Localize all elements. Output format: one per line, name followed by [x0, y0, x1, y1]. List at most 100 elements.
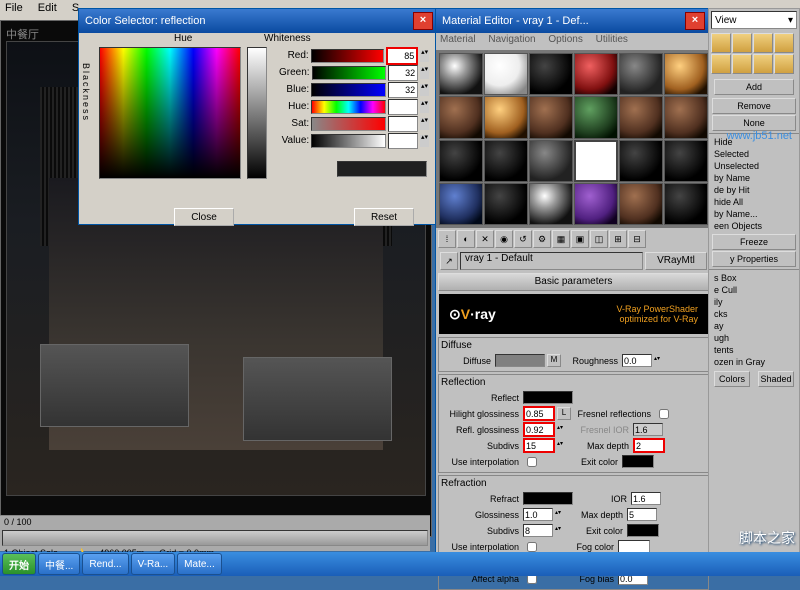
- me-menu-options[interactable]: Options: [548, 34, 582, 45]
- max-depth-input[interactable]: [633, 438, 665, 453]
- material-slot[interactable]: [439, 140, 483, 182]
- material-slot[interactable]: [439, 53, 483, 95]
- tool-icon[interactable]: ◫: [590, 230, 608, 248]
- diffuse-swatch[interactable]: [495, 354, 545, 367]
- panel-icon[interactable]: [711, 33, 731, 53]
- cs-reset-button[interactable]: Reset: [354, 208, 414, 226]
- tool-icon[interactable]: ✕: [476, 230, 494, 248]
- material-slot[interactable]: [484, 53, 528, 95]
- hilight-gloss-input[interactable]: [523, 406, 555, 421]
- material-slot[interactable]: [664, 96, 708, 138]
- tool-icon[interactable]: ◐: [457, 230, 475, 248]
- cs-hue-slider[interactable]: [311, 100, 386, 114]
- rp-prop-item[interactable]: e Cull: [712, 284, 796, 296]
- refl-gloss-input[interactable]: [523, 422, 555, 437]
- tool-icon[interactable]: ▣: [571, 230, 589, 248]
- view-dropdown[interactable]: View▾: [711, 11, 797, 29]
- colors-button[interactable]: Colors: [714, 371, 750, 387]
- spinner-icon[interactable]: ▴▾: [420, 50, 429, 62]
- eyedropper-icon[interactable]: ↗: [440, 252, 458, 270]
- rp-prop-item[interactable]: tents: [712, 344, 796, 356]
- material-slot[interactable]: [664, 183, 708, 225]
- reflect-swatch[interactable]: [523, 391, 573, 404]
- panel-icon[interactable]: [732, 54, 752, 74]
- material-name-input[interactable]: vray 1 - Default: [460, 252, 643, 270]
- material-type-button[interactable]: VRayMtl: [645, 252, 707, 270]
- cs-green-input[interactable]: [388, 65, 418, 81]
- none-button[interactable]: None: [712, 115, 796, 131]
- me-titlebar[interactable]: Material Editor - vray 1 - Def... ×: [436, 9, 711, 33]
- cs-close-button[interactable]: Close: [174, 208, 234, 226]
- material-slot[interactable]: [619, 140, 663, 182]
- cs-sat-slider[interactable]: [311, 117, 386, 131]
- fresnel-checkbox[interactable]: [659, 409, 669, 419]
- menu-file[interactable]: File: [5, 2, 23, 14]
- close-icon[interactable]: ×: [685, 12, 705, 30]
- exit-color-swatch[interactable]: [622, 455, 654, 468]
- spinner-icon[interactable]: ▴▾: [557, 424, 565, 435]
- material-slot[interactable]: [529, 96, 573, 138]
- add-button[interactable]: Add: [714, 79, 794, 95]
- me-menu-navigation[interactable]: Navigation: [488, 34, 535, 45]
- material-slot[interactable]: [619, 183, 663, 225]
- cs-titlebar[interactable]: Color Selector: reflection ×: [79, 9, 439, 33]
- refr-exit-color-swatch[interactable]: [627, 524, 659, 537]
- panel-icon[interactable]: [732, 33, 752, 53]
- cs-whiteness-strip[interactable]: [247, 47, 267, 179]
- roughness-input[interactable]: [622, 354, 652, 367]
- use-interp-checkbox[interactable]: [527, 457, 537, 467]
- rp-prop-item[interactable]: ugh: [712, 332, 796, 344]
- shaded-button[interactable]: Shaded: [758, 371, 794, 387]
- material-slot[interactable]: [574, 53, 618, 95]
- tool-icon[interactable]: ↺: [514, 230, 532, 248]
- rp-prop-item[interactable]: ozen in Gray: [712, 356, 796, 368]
- rp-prop-item[interactable]: cks: [712, 308, 796, 320]
- spinner-icon[interactable]: ▴▾: [555, 525, 563, 536]
- panel-icon[interactable]: [753, 54, 773, 74]
- refr-subdivs-input[interactable]: [523, 524, 553, 537]
- material-slot[interactable]: [619, 96, 663, 138]
- spinner-icon[interactable]: ▴▾: [557, 440, 565, 451]
- diffuse-map-button[interactable]: M: [547, 354, 561, 367]
- refr-use-interp-checkbox[interactable]: [527, 542, 537, 552]
- menu-edit[interactable]: Edit: [38, 2, 57, 14]
- close-icon[interactable]: ×: [413, 12, 433, 30]
- rp-item[interactable]: de by Hit: [712, 184, 796, 196]
- start-button[interactable]: 开始: [2, 553, 36, 575]
- spinner-icon[interactable]: ▴▾: [654, 355, 662, 366]
- material-slot[interactable]: [664, 53, 708, 95]
- taskbar-item[interactable]: Mate...: [177, 553, 222, 575]
- material-slot[interactable]: [664, 140, 708, 182]
- cs-value-input[interactable]: [388, 133, 418, 149]
- rp-item[interactable]: een Objects: [712, 220, 796, 232]
- material-slot[interactable]: [529, 183, 573, 225]
- rollout-basic-params[interactable]: Basic parameters: [438, 273, 709, 291]
- material-slot[interactable]: [574, 140, 618, 182]
- panel-icon[interactable]: [711, 54, 731, 74]
- cs-red-input[interactable]: [386, 47, 418, 65]
- panel-icon[interactable]: [753, 33, 773, 53]
- rp-item[interactable]: Selected: [712, 148, 796, 160]
- fresnel-ior-input[interactable]: [633, 423, 663, 436]
- me-menu-material[interactable]: Material: [440, 34, 476, 45]
- taskbar-item[interactable]: V-Ra...: [131, 553, 176, 575]
- tool-icon[interactable]: ◉: [495, 230, 513, 248]
- cs-blue-input[interactable]: [388, 82, 418, 98]
- material-slot[interactable]: [439, 183, 483, 225]
- tool-icon[interactable]: ▦: [552, 230, 570, 248]
- ior-input[interactable]: [631, 492, 661, 505]
- cs-red-slider[interactable]: [311, 49, 385, 63]
- remove-button[interactable]: Remove: [712, 98, 796, 114]
- taskbar-item[interactable]: 中餐...: [38, 553, 80, 575]
- tool-icon[interactable]: ⊞: [609, 230, 627, 248]
- spinner-icon[interactable]: ▴▾: [420, 135, 429, 147]
- spinner-icon[interactable]: ▴▾: [420, 67, 429, 79]
- cs-value-slider[interactable]: [311, 134, 386, 148]
- freeze-rollout[interactable]: Freeze: [712, 234, 796, 250]
- material-slot[interactable]: [574, 96, 618, 138]
- material-slot[interactable]: [529, 140, 573, 182]
- rp-item[interactable]: Unselected: [712, 160, 796, 172]
- cs-green-slider[interactable]: [312, 66, 387, 80]
- material-slot[interactable]: [439, 96, 483, 138]
- spinner-icon[interactable]: ▴▾: [555, 509, 563, 520]
